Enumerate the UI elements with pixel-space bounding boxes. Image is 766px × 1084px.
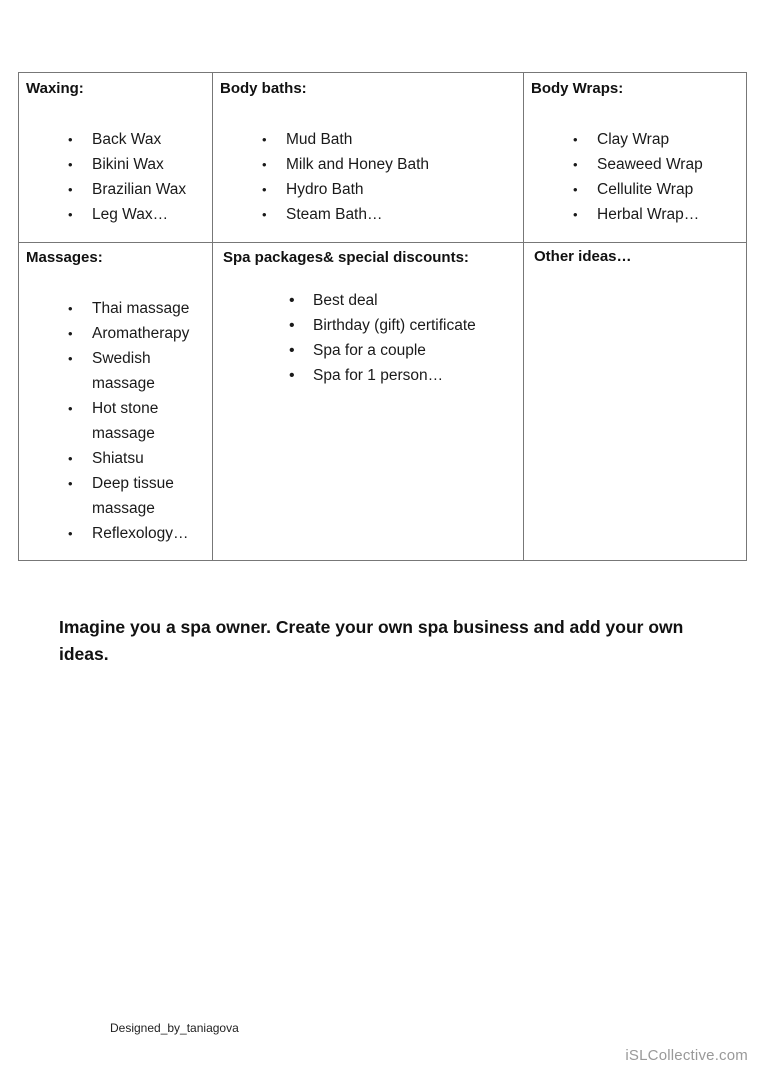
list-item: Hydro Bath xyxy=(262,177,429,202)
list-item: Clay Wrap xyxy=(573,127,703,152)
list-item: Best deal xyxy=(289,288,476,313)
item-list: Mud Bath Milk and Honey Bath Hydro Bath … xyxy=(262,127,429,227)
cell-heading: Spa packages& special discounts: xyxy=(223,249,469,266)
cell-heading: Body Wraps: xyxy=(531,80,624,97)
item-list: Back Wax Bikini Wax Brazilian Wax Leg Wa… xyxy=(68,127,186,227)
task-instructions: Imagine you a spa owner. Create your own… xyxy=(59,617,684,664)
list-item: Reflexology… xyxy=(68,521,208,546)
cell-massages: Massages: Thai massage Aromatherapy Swed… xyxy=(19,243,212,561)
cell-heading: Massages: xyxy=(26,249,103,266)
spa-services-table: Waxing: Back Wax Bikini Wax Brazilian Wa… xyxy=(18,72,747,561)
list-item: Thai massage xyxy=(68,296,208,321)
list-item: Back Wax xyxy=(68,127,186,152)
list-item: Mud Bath xyxy=(262,127,429,152)
list-item: Brazilian Wax xyxy=(68,177,186,202)
cell-waxing: Waxing: Back Wax Bikini Wax Brazilian Wa… xyxy=(19,73,212,242)
cell-spa-packages: Spa packages& special discounts: Best de… xyxy=(213,243,523,561)
list-item: Spa for a couple xyxy=(289,338,476,363)
list-item: Swedish massage xyxy=(68,346,172,396)
list-item: Cellulite Wrap xyxy=(573,177,703,202)
cell-body-baths: Body baths: Mud Bath Milk and Honey Bath… xyxy=(213,73,523,242)
cell-heading: Other ideas… xyxy=(534,248,632,265)
cell-body-wraps: Body Wraps: Clay Wrap Seaweed Wrap Cellu… xyxy=(524,73,746,242)
list-item: Leg Wax… xyxy=(68,202,186,227)
list-item: Bikini Wax xyxy=(68,152,186,177)
cell-other-ideas: Other ideas… xyxy=(524,243,746,561)
list-item: Spa for 1 person… xyxy=(289,363,476,388)
list-item: Milk and Honey Bath xyxy=(262,152,429,177)
list-item: Birthday (gift) certificate xyxy=(289,313,476,338)
designer-credit: Designed_by_taniagova xyxy=(110,1021,239,1035)
list-item: Seaweed Wrap xyxy=(573,152,703,177)
item-list: Clay Wrap Seaweed Wrap Cellulite Wrap He… xyxy=(573,127,703,227)
list-item: Herbal Wrap… xyxy=(573,202,703,227)
list-item: Deep tissue massage xyxy=(68,471,192,521)
brand-watermark: iSLCollective.com xyxy=(625,1047,748,1064)
cell-heading: Body baths: xyxy=(220,80,307,97)
cell-heading: Waxing: xyxy=(26,80,84,97)
item-list: Best deal Birthday (gift) certificate Sp… xyxy=(289,288,476,388)
list-item: Shiatsu xyxy=(68,446,208,471)
list-item: Aromatherapy xyxy=(68,321,208,346)
list-item: Hot stone massage xyxy=(68,396,172,446)
item-list: Thai massage Aromatherapy Swedish massag… xyxy=(68,296,208,546)
list-item: Steam Bath… xyxy=(262,202,429,227)
